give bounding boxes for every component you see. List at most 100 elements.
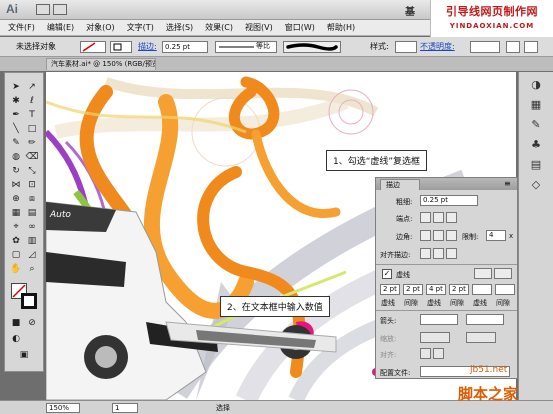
eyedropper-tool-icon[interactable]: ⌖ <box>9 221 23 233</box>
arrow-tip-at-end-button[interactable] <box>433 348 444 359</box>
scale-tool-icon[interactable]: ⤡ <box>25 165 39 177</box>
gradient-tool-icon[interactable]: ▤ <box>25 207 39 219</box>
align-inside-button[interactable] <box>433 248 444 259</box>
line-tool-icon[interactable]: ╲ <box>9 123 23 135</box>
zoom-tool-icon[interactable]: ⌕ <box>25 263 39 275</box>
draw-mode-icon[interactable]: ◐ <box>9 333 23 345</box>
stroke-panel: 描边 ≡ 粗细: 0.25 pt 端点: 边角: 限制: 4 x 对齐描边: ✓… <box>375 177 518 379</box>
menu-window[interactable]: 窗口(W) <box>285 22 315 33</box>
lasso-tool-icon[interactable]: ℓ <box>25 95 39 107</box>
appearance-panel-icon[interactable]: ◇ <box>528 178 544 192</box>
brushes-panel-icon[interactable]: ✎ <box>528 118 544 132</box>
end-arrow-select[interactable] <box>466 314 504 325</box>
eraser-tool-icon[interactable]: ⌫ <box>25 151 39 163</box>
callout-two: 2、在文本框中输入数值 <box>220 296 330 317</box>
bevel-join-button[interactable] <box>446 230 457 241</box>
type-tool-icon[interactable]: T <box>25 109 39 121</box>
screen-mode-icon[interactable]: ▣ <box>17 349 31 361</box>
dashed-checkbox[interactable]: ✓ <box>382 269 392 279</box>
end-scale-field[interactable] <box>466 332 496 343</box>
projecting-cap-button[interactable] <box>446 212 457 223</box>
pen-tool-icon[interactable]: ✒ <box>9 109 23 121</box>
style-label: 样式: <box>370 42 389 51</box>
opacity-link[interactable]: 不透明度: <box>420 41 455 52</box>
stroke-swatch[interactable] <box>110 41 132 53</box>
dash-align-corners-button[interactable] <box>494 268 512 279</box>
zoom-field[interactable]: 150% <box>46 403 80 413</box>
none-mode-icon[interactable]: ⊘ <box>25 317 39 329</box>
app-logo: Ai <box>6 2 18 16</box>
dash-preserve-button[interactable] <box>474 268 492 279</box>
magic-wand-tool-icon[interactable]: ✱ <box>9 95 23 107</box>
site-watermark-name: 脚本之家 <box>458 385 519 403</box>
menu-type[interactable]: 文字(T) <box>127 22 154 33</box>
menu-select[interactable]: 选择(S) <box>166 22 193 33</box>
align-center-button[interactable] <box>420 248 431 259</box>
blend-tool-icon[interactable]: ∞ <box>25 221 39 233</box>
layers-panel-icon[interactable]: ▤ <box>528 158 544 172</box>
round-cap-button[interactable] <box>433 212 444 223</box>
rectangle-tool-icon[interactable]: □ <box>25 123 39 135</box>
document-setup-icon[interactable] <box>506 41 520 53</box>
hand-tool-icon[interactable]: ✋ <box>9 263 23 275</box>
artboard-number-field[interactable]: 1 <box>112 403 138 413</box>
brush-tool-icon[interactable]: ✎ <box>9 137 23 149</box>
menu-object[interactable]: 对象(O) <box>86 22 115 33</box>
round-join-button[interactable] <box>433 230 444 241</box>
free-transform-tool-icon[interactable]: ⊡ <box>25 179 39 191</box>
weight-label: 粗细: <box>396 198 413 206</box>
color-panel-icon[interactable]: ◑ <box>528 78 544 92</box>
opacity-field[interactable] <box>470 41 500 53</box>
panel-menu-icon[interactable]: ≡ <box>504 179 511 188</box>
align-arrow-label: 对齐: <box>380 351 397 359</box>
divider <box>376 310 517 311</box>
align-outside-button[interactable] <box>446 248 457 259</box>
gap-field-2[interactable]: 2 pt <box>449 284 469 295</box>
mesh-tool-icon[interactable]: ▦ <box>9 207 23 219</box>
start-scale-field[interactable] <box>420 332 450 343</box>
slice-tool-icon[interactable]: ◿ <box>25 249 39 261</box>
graphic-style-swatch[interactable] <box>395 41 417 53</box>
shape-builder-tool-icon[interactable]: ⊕ <box>9 193 23 205</box>
dash-field-1[interactable]: 2 pt <box>380 284 400 295</box>
artboard-tool-icon[interactable]: ▢ <box>9 249 23 261</box>
pencil-tool-icon[interactable]: ✏ <box>25 137 39 149</box>
stroke-panel-tab[interactable]: 描边 <box>380 179 420 190</box>
symbols-panel-icon[interactable]: ♣ <box>528 138 544 152</box>
gap-field-3[interactable] <box>495 284 515 295</box>
butt-cap-button[interactable] <box>420 212 431 223</box>
menu-help[interactable]: 帮助(H) <box>327 22 355 33</box>
dash-field-2[interactable]: 4 pt <box>426 284 446 295</box>
stroke-link[interactable]: 描边: <box>138 41 157 52</box>
symbol-sprayer-tool-icon[interactable]: ✿ <box>9 235 23 247</box>
selection-tool-icon[interactable]: ➤ <box>9 81 23 93</box>
document-tab[interactable]: 汽车素材.ai* @ 150% (RGB/预览) <box>46 58 156 70</box>
blob-brush-tool-icon[interactable]: ◍ <box>9 151 23 163</box>
limit-field[interactable]: 4 <box>486 230 506 241</box>
color-mode-icon[interactable]: ■ <box>9 317 23 329</box>
preferences-icon[interactable] <box>524 41 538 53</box>
menu-edit[interactable]: 编辑(E) <box>47 22 74 33</box>
rotate-tool-icon[interactable]: ↻ <box>9 165 23 177</box>
brush-definition[interactable] <box>283 41 341 53</box>
menu-view[interactable]: 视图(V) <box>245 22 273 33</box>
arrange-documents-icon[interactable] <box>53 4 67 15</box>
fill-swatch[interactable] <box>80 41 106 53</box>
miter-join-button[interactable] <box>420 230 431 241</box>
menu-file[interactable]: 文件(F) <box>8 22 35 33</box>
limit-label: 限制: <box>462 233 479 241</box>
arrow-tip-beyond-button[interactable] <box>420 348 431 359</box>
bridge-icon[interactable] <box>36 4 50 15</box>
perspective-grid-tool-icon[interactable]: ⧈ <box>25 193 39 205</box>
graph-tool-icon[interactable]: ▥ <box>25 235 39 247</box>
gap-field-1[interactable]: 2 pt <box>403 284 423 295</box>
width-tool-icon[interactable]: ⋈ <box>9 179 23 191</box>
stroke-weight-field[interactable]: 0.25 pt <box>162 41 208 53</box>
weight-field[interactable]: 0.25 pt <box>420 195 478 206</box>
dash-field-3[interactable] <box>472 284 492 295</box>
swatches-panel-icon[interactable]: ▦ <box>528 98 544 112</box>
direct-selection-tool-icon[interactable]: ↗ <box>25 81 39 93</box>
stroke-color-icon[interactable] <box>21 293 37 309</box>
start-arrow-select[interactable] <box>420 314 458 325</box>
menu-effect[interactable]: 效果(C) <box>205 22 233 33</box>
